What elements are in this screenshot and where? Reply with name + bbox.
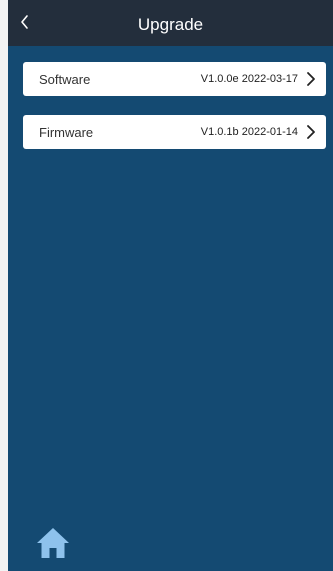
- chevron-right-icon: [307, 125, 315, 139]
- home-icon: [37, 528, 69, 558]
- firmware-label: Firmware: [39, 125, 94, 140]
- page-title: Upgrade: [137, 15, 204, 34]
- firmware-row[interactable]: Firmware V1.0.1b 2022-01-14: [23, 115, 326, 149]
- chevron-right-icon: [307, 72, 315, 86]
- software-label: Software: [39, 72, 91, 87]
- software-version: V1.0.0e 2022-03-17: [200, 73, 298, 85]
- app-screen: Upgrade Software V1.0.0e 2022-03-17 Firm…: [8, 0, 333, 571]
- header-bar: Upgrade: [8, 0, 333, 46]
- home-button[interactable]: [35, 525, 71, 561]
- software-row[interactable]: Software V1.0.0e 2022-03-17: [23, 62, 326, 96]
- firmware-version: V1.0.1b 2022-01-14: [200, 126, 298, 138]
